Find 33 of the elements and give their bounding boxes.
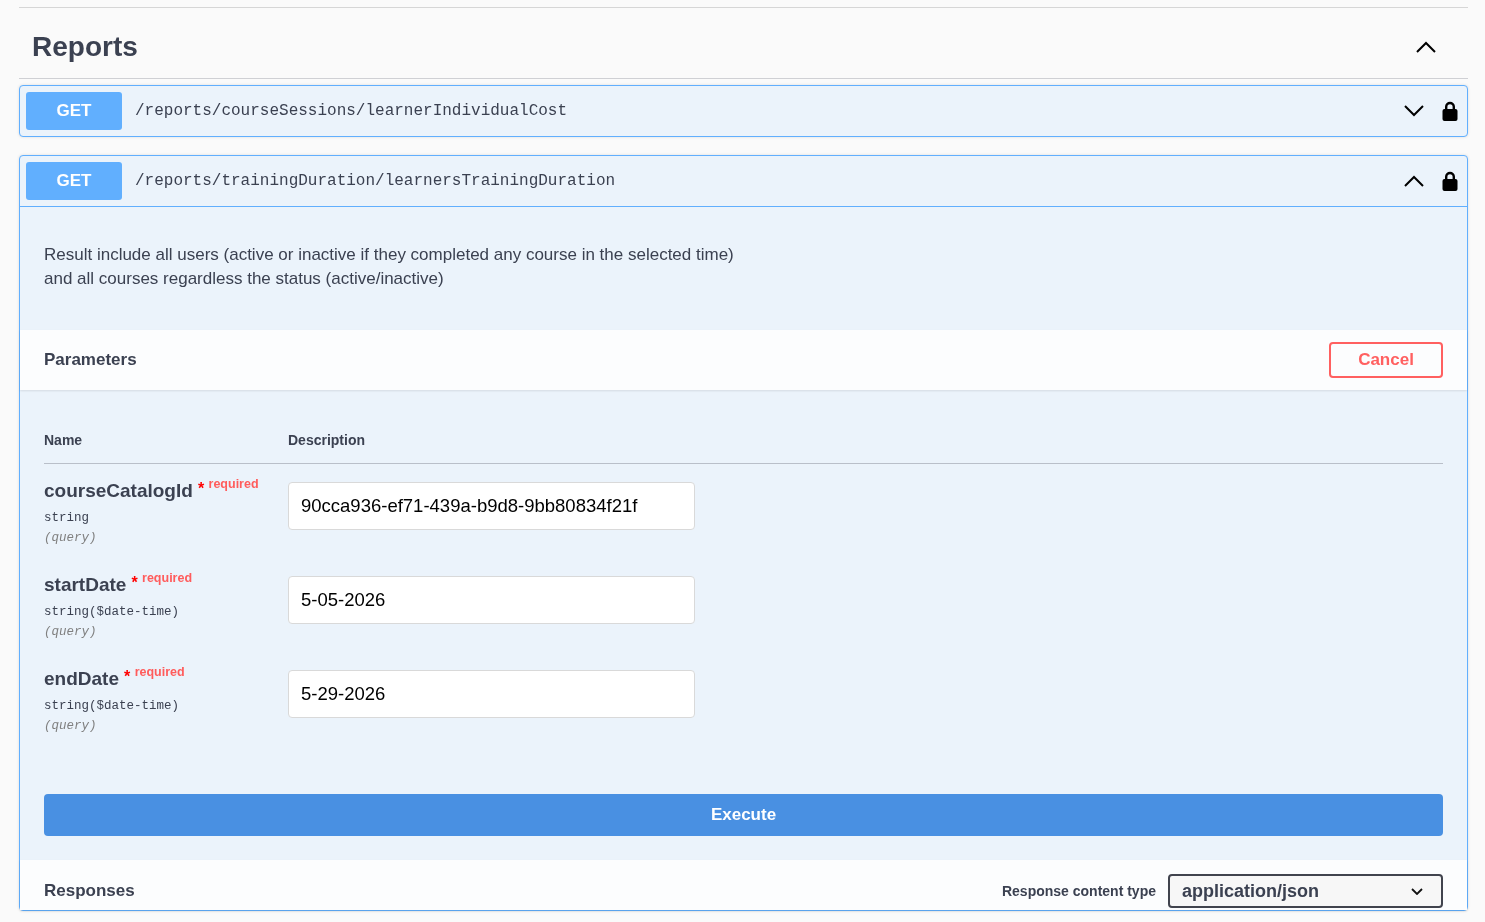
section-title[interactable]: Reports <box>32 30 138 64</box>
parameter-input[interactable]: 5-29-2026 <box>288 670 695 718</box>
required-note: * $^{required}$ <box>123 668 185 686</box>
column-header: Description <box>288 431 365 449</box>
chevron-down-icon <box>1411 887 1423 895</box>
chevron-up-icon[interactable] <box>1404 175 1424 187</box>
method-badge: GET <box>26 92 122 130</box>
method-badge: GET <box>26 162 122 200</box>
endpoint-path: /reports/trainingDuration/learnersTrainingDuration <box>135 172 616 190</box>
required-note: * $^{required}$ <box>131 574 193 592</box>
content-type-label: Response content type <box>1001 883 1156 899</box>
parameters-title: Parameters <box>44 350 137 370</box>
content-type-select[interactable]: application/json <box>1168 874 1443 908</box>
parameter-location: (query) <box>44 718 97 735</box>
parameter-location: (query) <box>44 624 97 641</box>
parameter-type: string($date-time) <box>44 604 180 621</box>
parameter-input[interactable]: 90cca936-ef71-439a-b9d8-9bb80834f21f <box>288 482 695 530</box>
parameter-name: courseCatalogId <box>44 479 193 503</box>
description-text: Result include all users (active or inactive if they completed any course in the selected time) and all courses regardless the status (active/inactive) <box>44 244 734 290</box>
required-note: * $^{required}$ <box>197 480 259 498</box>
chevron-down-icon[interactable] <box>1404 105 1424 117</box>
column-header: Name <box>44 431 83 449</box>
parameter-name: startDate <box>44 573 127 597</box>
parameter-input[interactable]: 5-05-2026 <box>288 576 695 624</box>
parameter-location: (query) <box>44 530 97 547</box>
responses-title: Responses <box>44 881 135 901</box>
parameter-name: endDate <box>44 667 119 691</box>
parameter-type: string <box>44 510 89 527</box>
lock-icon[interactable] <box>1442 101 1458 121</box>
chevron-up-icon[interactable] <box>1416 41 1436 53</box>
parameter-type: string($date-time) <box>44 698 180 715</box>
lock-icon[interactable] <box>1442 171 1458 191</box>
endpoint-path: /reports/courseSessions/learnerIndividualCost <box>135 102 568 120</box>
